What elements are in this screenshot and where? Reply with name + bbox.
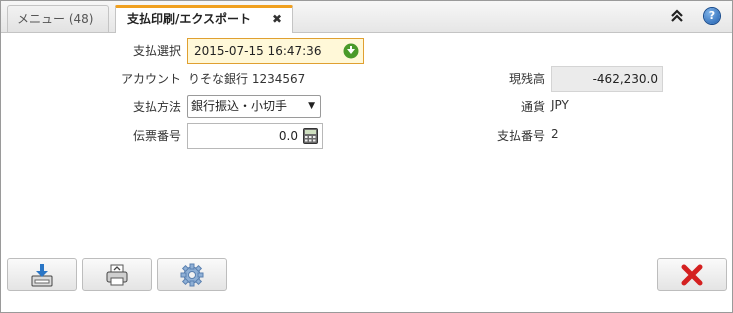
currency-label: 通貨 (520, 100, 545, 114)
document-no-value: 0.0 (278, 129, 298, 143)
payment-method-select[interactable]: 銀行振込・小切手 ▼ (187, 95, 321, 118)
green-arrow-icon[interactable] (343, 43, 359, 59)
tab-menu[interactable]: メニュー (48) (7, 5, 109, 32)
tab-strip: メニュー (48) 支払印刷/エクスポート ✖ ? (1, 1, 732, 33)
calculator-icon[interactable] (303, 128, 318, 144)
payment-select-value: 2015-07-15 16:47:36 (194, 44, 322, 58)
chevron-down-icon: ▼ (308, 101, 315, 111)
payment-no-value: 2 (551, 127, 559, 141)
tab-payment-print-export-label: 支払印刷/エクスポート (127, 12, 252, 26)
payment-no-label: 支払番号 (496, 129, 545, 143)
window: メニュー (48) 支払印刷/エクスポート ✖ ? 支払選択 2015-07-1… (0, 0, 733, 313)
cancel-button[interactable] (657, 258, 727, 291)
balance-field: -462,230.0 (551, 66, 663, 92)
printer-icon (106, 264, 128, 285)
account-label: アカウント (120, 72, 181, 86)
payment-select-label: 支払選択 (132, 44, 181, 58)
tab-menu-label: メニュー (48) (17, 12, 94, 26)
payment-method-value: 銀行振込・小切手 (191, 99, 288, 113)
payment-select-field[interactable]: 2015-07-15 16:47:36 (187, 38, 364, 64)
export-button[interactable] (7, 258, 77, 291)
print-button[interactable] (82, 258, 152, 291)
tab-close-icon[interactable]: ✖ (272, 8, 282, 31)
help-icon[interactable]: ? (704, 8, 720, 24)
document-no-label: 伝票番号 (132, 129, 181, 143)
payment-method-label: 支払方法 (132, 100, 181, 114)
balance-value: -462,230.0 (592, 72, 658, 86)
tab-payment-print-export[interactable]: 支払印刷/エクスポート ✖ (115, 5, 293, 33)
account-value: りそな銀行 1234567 (188, 72, 306, 86)
document-no-field[interactable]: 0.0 (187, 123, 323, 149)
export-icon (31, 263, 53, 286)
currency-value: JPY (551, 98, 569, 112)
settings-button[interactable] (157, 258, 227, 291)
balance-label: 現残高 (508, 72, 545, 86)
red-x-icon (681, 264, 703, 285)
double-chevron-up-icon[interactable] (669, 8, 685, 24)
gear-icon (180, 263, 204, 286)
